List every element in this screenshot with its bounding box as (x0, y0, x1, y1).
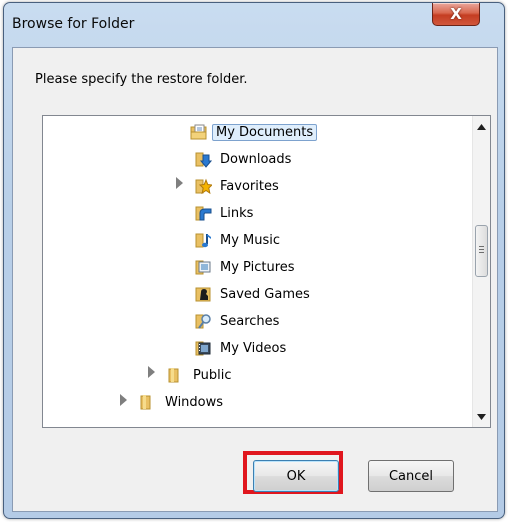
searches-folder-icon (195, 314, 211, 329)
tree-item-public[interactable]: Public (167, 362, 235, 388)
tree-item-my-videos[interactable]: My Videos (194, 335, 290, 361)
ok-button[interactable]: OK (253, 460, 339, 492)
tree-item-label: My Music (220, 232, 281, 248)
documents-folder-icon (190, 124, 207, 140)
tree-item-downloads[interactable]: Downloads (194, 146, 295, 172)
prompt-text: Please specify the restore folder. (35, 72, 248, 87)
tree-item-label: Saved Games (220, 286, 310, 302)
scroll-down-button[interactable] (473, 408, 490, 425)
music-folder-icon (195, 233, 211, 248)
tree-item-label: Public (193, 367, 232, 383)
tree-item-label: Windows (165, 394, 224, 410)
tree-item-label: Links (220, 205, 254, 221)
tree-item-my-music[interactable]: My Music (194, 227, 284, 253)
tree-item-label: My Pictures (220, 259, 295, 275)
expand-windows-icon[interactable] (120, 394, 127, 406)
folder-icon (168, 368, 179, 383)
cancel-button[interactable]: Cancel (368, 460, 454, 492)
browse-for-folder-dialog: Browse for Folder X Please specify the r… (3, 2, 505, 519)
tree-item-label: My Videos (220, 340, 287, 356)
chevron-down-icon (477, 413, 486, 420)
tree-item-windows[interactable]: Windows (139, 389, 227, 415)
videos-folder-icon (195, 341, 211, 356)
tree-item-my-pictures[interactable]: My Pictures (194, 254, 299, 280)
saved-games-folder-icon (195, 287, 211, 302)
tree-item-links[interactable]: Links (194, 200, 257, 226)
folder-tree-rows: My Documents Downloads Favorites Links M… (43, 116, 472, 427)
scroll-up-button[interactable] (473, 118, 490, 135)
vertical-scrollbar[interactable] (472, 116, 490, 427)
tree-item-my-documents[interactable]: My Documents (190, 119, 318, 145)
expand-favorites-icon[interactable] (176, 177, 183, 189)
tree-item-label: Favorites (220, 178, 279, 194)
tree-item-label: My Documents (212, 123, 318, 141)
tree-item-label: Searches (220, 313, 280, 329)
tree-item-label: Downloads (220, 151, 292, 167)
downloads-folder-icon (195, 152, 212, 168)
close-icon: X (450, 5, 462, 23)
dialog-body: Please specify the restore folder. My Do… (12, 47, 498, 512)
folder-icon (140, 395, 151, 410)
expand-public-icon[interactable] (148, 366, 155, 378)
favorites-folder-icon (195, 178, 212, 195)
close-button[interactable]: X (432, 3, 480, 26)
chevron-up-icon (477, 123, 486, 130)
scrollbar-thumb[interactable] (475, 225, 488, 277)
pictures-folder-icon (195, 260, 211, 275)
tree-item-searches[interactable]: Searches (194, 308, 283, 334)
tree-item-saved-games[interactable]: Saved Games (194, 281, 314, 307)
folder-tree[interactable]: My Documents Downloads Favorites Links M… (42, 115, 491, 428)
window-title: Browse for Folder (12, 16, 135, 32)
tree-item-favorites[interactable]: Favorites (194, 173, 283, 199)
links-folder-icon (195, 206, 212, 221)
